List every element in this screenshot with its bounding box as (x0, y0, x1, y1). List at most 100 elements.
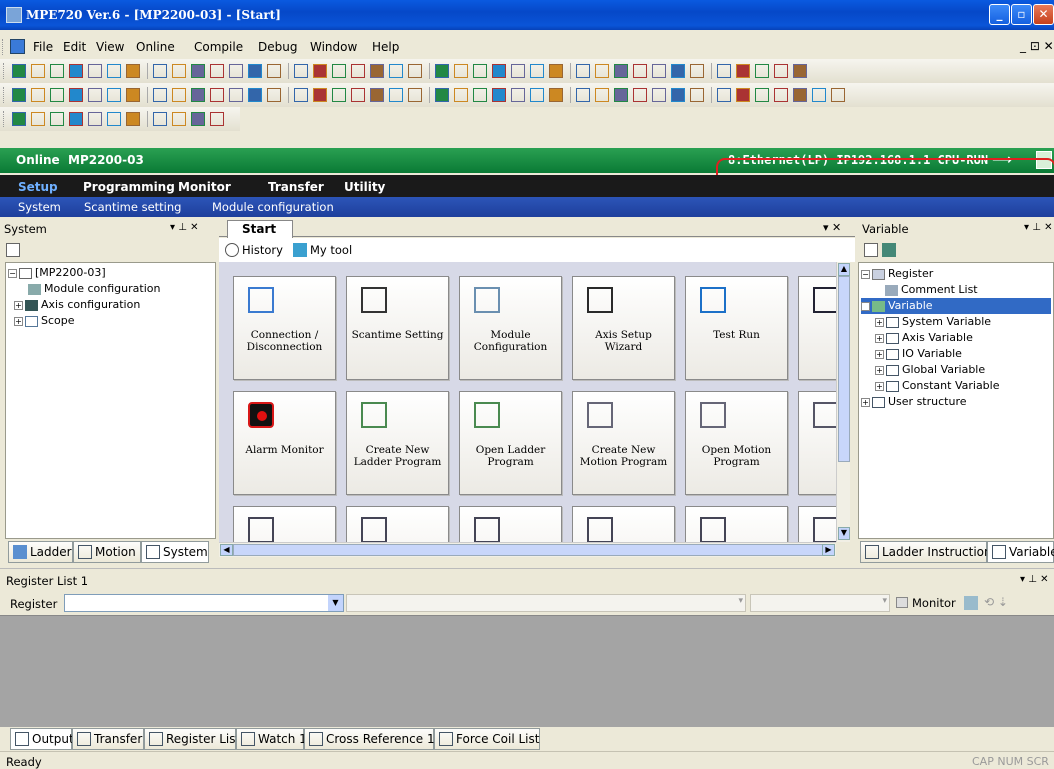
menu-debug[interactable]: Debug (258, 40, 297, 54)
export-icon[interactable] (882, 243, 896, 257)
toolbar-button-icon[interactable] (107, 64, 121, 78)
toolbar-button-icon[interactable] (351, 64, 365, 78)
tab-setup[interactable]: Setup (18, 180, 58, 194)
toolbar-button-icon[interactable] (454, 64, 468, 78)
register-list-area[interactable] (0, 615, 1054, 727)
menu-file[interactable]: File (33, 40, 53, 54)
toolbar-button-icon[interactable] (492, 88, 506, 102)
tile-module[interactable]: Module Configuration (459, 276, 562, 380)
toolbar-button-icon[interactable] (248, 64, 262, 78)
tile-alarm[interactable]: Alarm Monitor (233, 391, 336, 495)
output-tab-output[interactable]: Output (10, 728, 74, 750)
toolbar-button-icon[interactable] (31, 64, 45, 78)
scroll-left-icon[interactable]: ◀ (220, 544, 233, 556)
tree-register[interactable]: − Register (861, 266, 1051, 282)
tree-global-variable[interactable]: + Global Variable (861, 362, 1051, 378)
title-bar[interactable]: MPE720 Ver.6 - [MP2200-03] - [Start] _ ▫… (0, 0, 1054, 30)
toolbar-button-icon[interactable] (530, 64, 544, 78)
toolbar-button-icon[interactable] (172, 64, 186, 78)
toolbar-grip[interactable] (3, 63, 6, 79)
tree-item-module[interactable]: Module configuration (8, 281, 213, 297)
toolbar-button-icon[interactable] (210, 88, 224, 102)
menu-window[interactable]: Window (310, 40, 357, 54)
tab-ladder-instruction[interactable]: Ladder Instruction (860, 541, 992, 563)
toolbar-button-icon[interactable] (652, 64, 666, 78)
toolbar-button-icon[interactable] (370, 64, 384, 78)
history-link[interactable]: History (225, 243, 283, 257)
toolbar-button-icon[interactable] (614, 64, 628, 78)
toolbar-button-icon[interactable] (153, 64, 167, 78)
scroll-thumb[interactable] (838, 276, 850, 462)
toolbar-button-icon[interactable] (614, 88, 628, 102)
toolbar-button-icon[interactable] (267, 64, 281, 78)
toolbar-button-icon[interactable] (294, 64, 308, 78)
dropdown-icon[interactable]: ▾ (738, 596, 743, 606)
tree-user-structure[interactable]: + User structure (861, 394, 1051, 410)
tile-partial[interactable] (685, 506, 788, 542)
mdi-controls-icon[interactable]: _ ⊡ ✕ (1020, 39, 1054, 53)
toolbar-button-icon[interactable] (408, 64, 422, 78)
tab-start[interactable]: Start (227, 220, 293, 238)
panel-pin-icon[interactable]: ▾ ⊥ ✕ (170, 222, 198, 233)
doc-close-icon[interactable]: ▾ ✕ (823, 221, 841, 234)
tile-partial[interactable] (572, 506, 675, 542)
toolbar-button-icon[interactable] (88, 88, 102, 102)
register-combo[interactable]: ▼ (64, 594, 344, 612)
toolbar-button-icon[interactable] (69, 88, 83, 102)
toolbar-button-icon[interactable] (191, 88, 205, 102)
subtab-system[interactable]: System (18, 200, 61, 214)
monitor-label[interactable]: Monitor (912, 596, 956, 610)
toolbar-button-icon[interactable] (210, 112, 224, 126)
tab-utility[interactable]: Utility (344, 180, 385, 194)
register-field-3[interactable]: ▾ (750, 594, 890, 612)
toolbar-button-icon[interactable] (12, 88, 26, 102)
toolbar-button-icon[interactable] (671, 88, 685, 102)
toolbar-button-icon[interactable] (755, 64, 769, 78)
toolbar-button-icon[interactable] (576, 88, 590, 102)
toolbar-button-icon[interactable] (717, 64, 731, 78)
dropdown-icon[interactable]: ▾ (882, 596, 887, 606)
scroll-down-icon[interactable]: ▼ (838, 527, 850, 540)
toolbar-button-icon[interactable] (774, 64, 788, 78)
tile-partial[interactable] (459, 506, 562, 542)
output-tab-cross-reference-1[interactable]: Cross Reference 1 (304, 728, 435, 750)
toolbar-button-icon[interactable] (31, 88, 45, 102)
register-field-2[interactable]: ▾ (346, 594, 746, 612)
toolbar-button-icon[interactable] (793, 64, 807, 78)
vertical-scrollbar[interactable]: ▲ ▼ (836, 262, 850, 542)
toolbar-button-icon[interactable] (50, 88, 64, 102)
tree-item-axis[interactable]: + Axis configuration (8, 297, 213, 313)
toolbar-button-icon[interactable] (793, 88, 807, 102)
tile-trace[interactable] (798, 391, 836, 495)
toolbar-button-icon[interactable] (313, 88, 327, 102)
tree-constant-variable[interactable]: + Constant Variable (861, 378, 1051, 394)
tree-axis-variable[interactable]: + Axis Variable (861, 330, 1051, 346)
toolbar-button-icon[interactable] (248, 88, 262, 102)
tile-partial[interactable] (346, 506, 449, 542)
toolbar-button-icon[interactable] (690, 88, 704, 102)
menu-edit[interactable]: Edit (63, 40, 86, 54)
toolbar-button-icon[interactable] (191, 112, 205, 126)
subtab-module-config[interactable]: Module configuration (212, 200, 334, 214)
monitor-grid-icon[interactable] (964, 596, 978, 610)
toolbar-button-icon[interactable] (812, 88, 826, 102)
toolbar-button-icon[interactable] (549, 88, 563, 102)
tab-motion[interactable]: Motion (73, 541, 141, 563)
toolbar-button-icon[interactable] (332, 64, 346, 78)
toolbar-button-icon[interactable] (511, 64, 525, 78)
toolbar-button-icon[interactable] (126, 112, 140, 126)
tab-ladder[interactable]: Ladder (8, 541, 73, 563)
toolbar-button-icon[interactable] (69, 112, 83, 126)
dropdown-icon[interactable]: ▼ (328, 595, 343, 611)
toolbar-button-icon[interactable] (370, 88, 384, 102)
toolbar-button-icon[interactable] (126, 64, 140, 78)
toolbar-button-icon[interactable] (107, 112, 121, 126)
tree-item-scope[interactable]: + Scope (8, 313, 213, 329)
toolbar-button-icon[interactable] (473, 64, 487, 78)
close-button[interactable]: ✕ (1033, 4, 1054, 25)
toolbar-grip[interactable] (3, 87, 6, 103)
toolbar-button-icon[interactable] (736, 88, 750, 102)
toolbar-button-icon[interactable] (50, 64, 64, 78)
toolbar-button-icon[interactable] (492, 64, 506, 78)
menu-online[interactable]: Online (136, 40, 175, 54)
